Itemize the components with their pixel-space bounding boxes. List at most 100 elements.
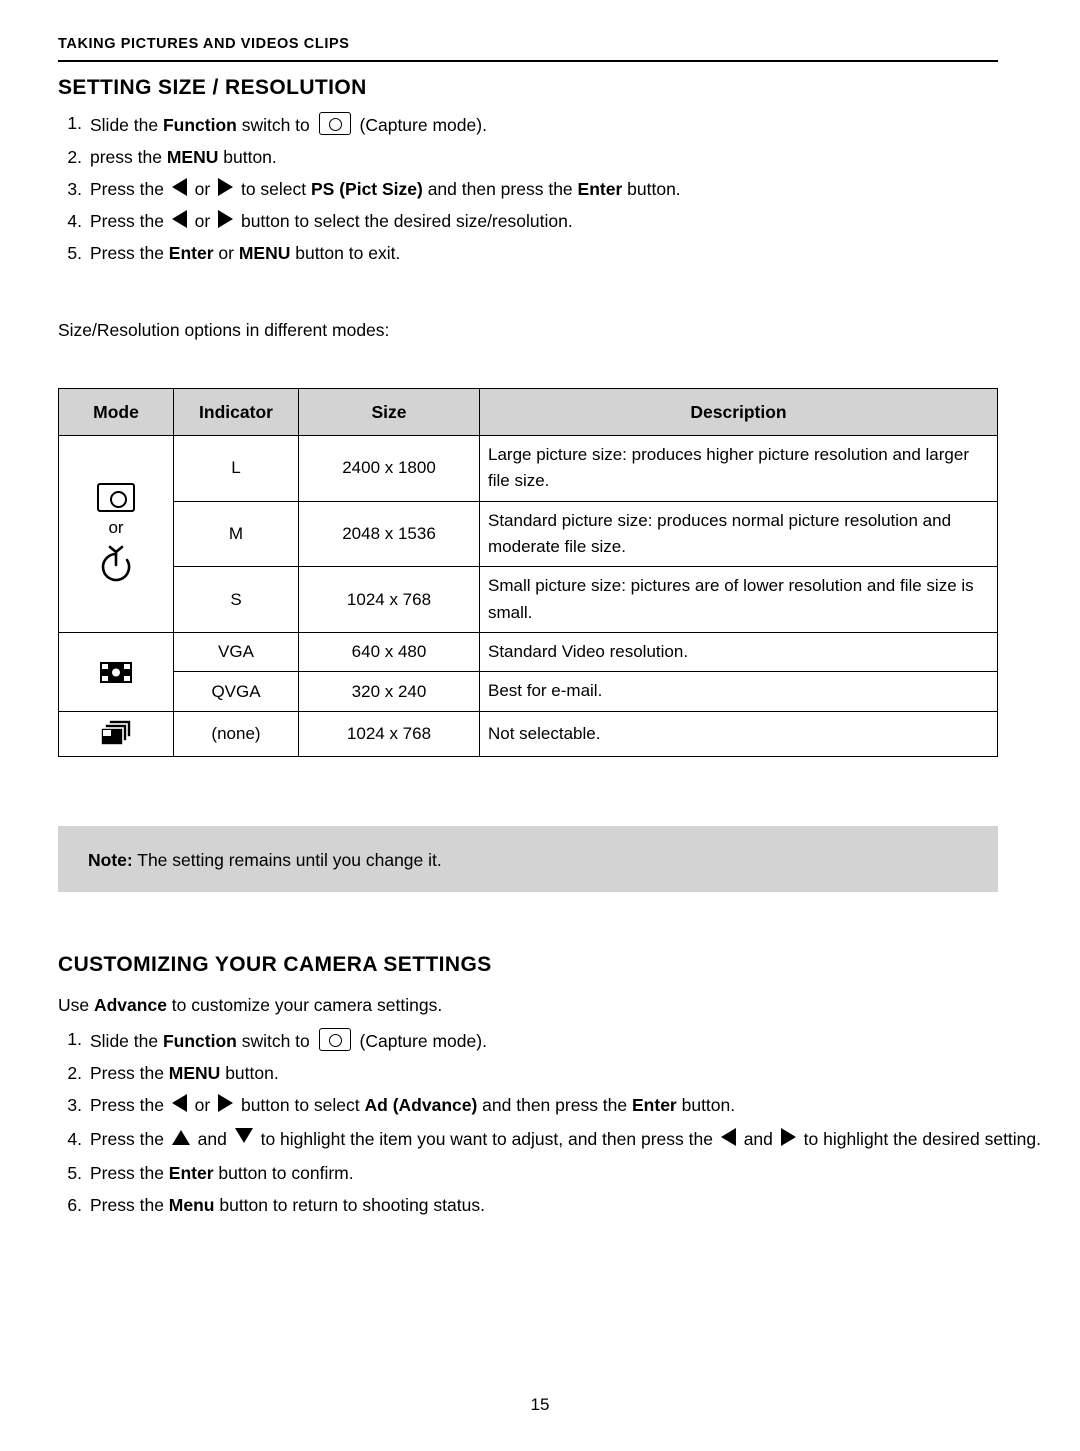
steps-list-customizing: 1. Slide the Function switch to (Capture … [58,1028,1041,1226]
step-item: 6. Press the Menu button to return to sho… [58,1194,1041,1216]
running-head: TAKING PICTURES AND VIDEOS CLIPS [58,36,350,52]
step-item: 2. press the MENU button. [58,146,681,168]
step-number: 3. [67,179,82,199]
capture-mode-icon [97,483,135,513]
left-arrow-icon [171,210,187,228]
down-arrow-icon [234,1128,253,1143]
step-text: Press the and to highlight the item you … [90,1128,1042,1149]
emphasis-text: PS (Pict Size) [311,179,428,199]
step-number: 2. [67,147,82,167]
step-item: 2. Press the MENU button. [58,1062,1041,1084]
indicator-cell: QVGA [173,671,299,712]
step-item: 3. Press the or button to select Ad (Adva… [58,1094,1041,1116]
th-description: Description [479,388,998,436]
table-header-row: Mode Indicator Size Description [58,388,998,436]
step-number: 1. [67,113,82,133]
step-number: 3. [67,1095,82,1115]
step-item: 3. Press the or to select PS (Pict Size) … [58,178,681,200]
step-item: 4. Press the or button to select the desi… [58,210,681,232]
indicator-cell: (none) [173,710,299,757]
emphasis-text: MENU [238,243,296,263]
step-text: press the MENU button. [90,147,277,167]
right-arrow-icon [218,1094,234,1112]
description-cell: Standard picture size: produces normal p… [479,500,998,568]
th-mode: Mode [58,388,174,436]
size-cell: 1024 x 768 [298,710,480,757]
step-text: Press the MENU button. [90,1063,279,1083]
video-clip-icon [100,661,132,683]
document-page: TAKING PICTURES AND VIDEOS CLIPS SETTING… [0,0,1080,1451]
description-cell: Not selectable. [479,710,998,757]
emphasis-text: Enter [632,1095,682,1115]
step-number: 4. [67,1129,82,1149]
step-item: 1. Slide the Function switch to (Capture … [58,112,681,136]
right-arrow-icon [218,178,234,196]
step-number: 1. [67,1029,82,1049]
step-number: 2. [67,1063,82,1083]
indicator-cell: VGA [173,632,299,673]
note-body: The setting remains until you change it. [132,850,442,870]
step-number: 4. [67,211,82,231]
size-options-intro: Size/Resolution options in different mod… [58,320,390,340]
step-item: 5. Press the Enter or MENU button to exit… [58,242,681,264]
step-text: Press the Enter or MENU button to exit. [90,243,401,263]
indicator-cell: S [173,566,299,634]
emphasis-text: Enter [168,243,219,263]
indicator-cell: L [173,435,299,502]
emphasis-text: Ad (Advance) [364,1095,483,1115]
description-cell: Best for e-mail. [479,671,998,712]
emphasis-text: Menu [168,1195,220,1215]
table-row: M 2048 x 1536 Standard picture size: produ… [59,500,998,568]
capture-mode-icon [318,1028,351,1051]
page-number: 15 [530,1395,550,1414]
size-cell: 320 x 240 [298,671,480,712]
th-size: Size [298,388,480,436]
right-arrow-icon [218,210,234,228]
th-indicator: Indicator [173,388,299,436]
step-item: 4. Press the and to highlight the item yo… [58,1126,1041,1152]
description-cell: Standard Video resolution. [479,632,998,673]
description-cell: Large picture size: produces higher pict… [479,435,998,502]
step-number: 5. [67,243,82,263]
size-cell: 1024 x 768 [298,566,480,634]
emphasis-text: Function [162,1031,242,1051]
table-row: or L 2400 x 1800 Large picture size: produc… [58,434,998,634]
step-number: 5. [67,1163,82,1183]
step-item: 5. Press the Enter button to confirm. [58,1162,1041,1184]
size-cell: 2400 x 1800 [298,435,480,502]
size-cell: 640 x 480 [298,632,480,673]
step-text: Press the or button to select Ad (Advanc… [90,1094,736,1115]
step-text: Press the or to select PS (Pict Size) an… [90,178,681,199]
steps-list-setting-size: 1. Slide the Function switch to (Capture … [58,112,681,274]
mode-or-label: or [108,518,124,538]
mode-icon-group: or [67,483,165,584]
step-number: 6. [67,1195,82,1215]
left-arrow-icon [720,1128,736,1146]
mode-cell: or [58,434,174,634]
mode-cell [58,710,174,757]
step-text: Press the Menu button to return to shoot… [90,1195,485,1215]
page-title-customizing: CUSTOMIZING YOUR CAMERA SETTINGS [58,953,492,976]
step-text: Slide the Function switch to (Capture mo… [90,112,487,135]
step-text: Press the Enter button to confirm. [90,1163,354,1183]
note-label: Note: [88,850,133,870]
mode-size-table: Mode Indicator Size Description or L 2400 … [58,388,998,757]
table-row: QVGA 320 x 240 Best for e-mail. [59,671,998,712]
step-text: Slide the Function switch to (Capture mo… [90,1028,487,1051]
self-timer-icon [101,545,131,581]
emphasis-text: Advance [93,995,172,1015]
step-item: 1. Slide the Function switch to (Capture … [58,1028,1041,1052]
emphasis-text: MENU [168,1063,226,1083]
emphasis-text: Enter [168,1163,219,1183]
capture-mode-icon [318,112,351,135]
up-arrow-icon [171,1130,190,1145]
mode-icon-group [67,657,165,687]
table-row: S 1024 x 768 Small picture size: pictures … [59,566,998,634]
header-divider [58,60,998,62]
size-cell: 2048 x 1536 [298,500,480,568]
description-cell: Small picture size: pictures are of lowe… [479,566,998,634]
use-advance-line: Use Advance to customize your camera set… [58,995,443,1015]
mode-cell [58,632,174,712]
emphasis-text: MENU [166,147,224,167]
table-row: (none) 1024 x 768 Not selectable. [58,710,998,757]
